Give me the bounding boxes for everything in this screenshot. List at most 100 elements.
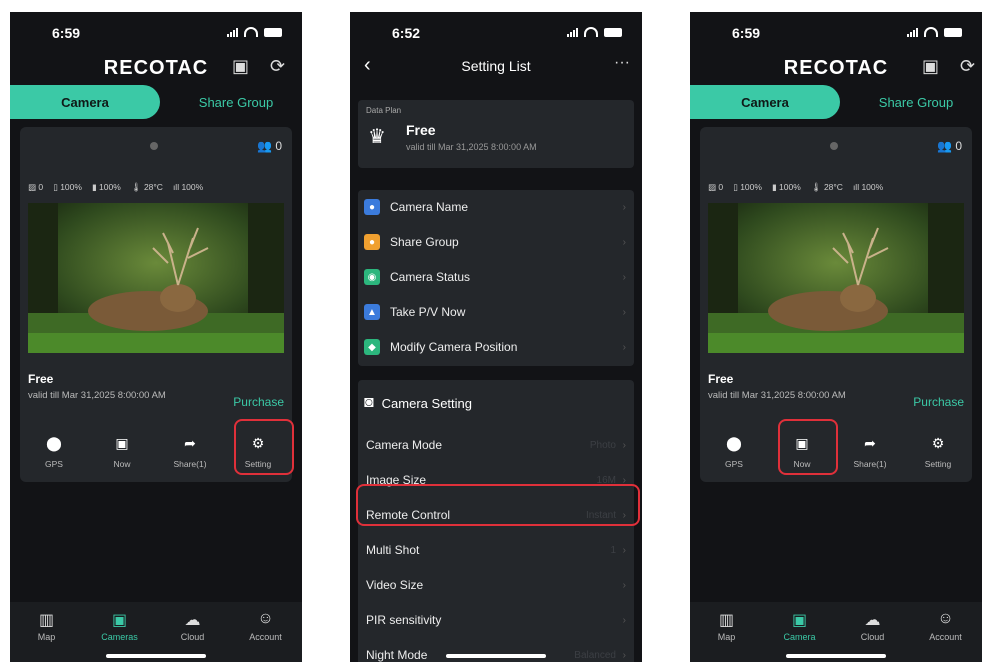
signal-strength-icon: ıll bbox=[172, 182, 180, 192]
shared-users[interactable]: 👥 0 bbox=[937, 139, 962, 153]
temperature-status: 🌡 28°C bbox=[810, 182, 843, 192]
wifi-icon bbox=[924, 27, 938, 37]
group-icon: ● bbox=[364, 234, 380, 250]
refresh-icon[interactable]: ⟳ bbox=[270, 56, 285, 77]
photo-icon: ▣ bbox=[115, 435, 129, 451]
shared-users[interactable]: 👥 0 bbox=[257, 139, 282, 153]
share-button[interactable]: ➦ Share(1) bbox=[836, 427, 904, 477]
battery-icon bbox=[944, 27, 962, 37]
signal-icon bbox=[567, 27, 578, 37]
status-bar: 6:59 bbox=[10, 12, 302, 52]
camera-device-icon[interactable]: ▣ bbox=[922, 56, 939, 77]
setting-camera-name[interactable]: ● Camera Name › bbox=[358, 190, 634, 224]
setting-video-size[interactable]: Video Size › bbox=[358, 568, 634, 602]
thermometer-icon: 🌡 bbox=[130, 182, 142, 192]
phone-screen-setting-list: 6:52 ‹ Setting List ··· Data Plan ♛ Free… bbox=[350, 12, 642, 662]
nav-account[interactable]: ☺ Account bbox=[229, 602, 302, 662]
setting-modify-position[interactable]: ◆ Modify Camera Position › bbox=[358, 330, 634, 364]
nav-cameras[interactable]: ▣ Cameras bbox=[83, 602, 156, 662]
plan-valid-date: valid till Mar 31,2025 8:00:00 AM bbox=[406, 142, 537, 152]
map-icon: ▥ bbox=[718, 612, 735, 629]
camera-setting-header: ◙ Camera Setting bbox=[364, 394, 472, 411]
nav-cloud[interactable]: ☁ Cloud bbox=[156, 602, 229, 662]
purchase-link[interactable]: Purchase bbox=[913, 395, 964, 409]
tab-camera[interactable]: Camera bbox=[10, 85, 160, 119]
sd-card-icon: ▯ bbox=[53, 182, 58, 192]
purchase-link[interactable]: Purchase bbox=[233, 395, 284, 409]
sd-card-status: ▯ 100% bbox=[53, 182, 82, 192]
plan-name: Free bbox=[28, 372, 54, 386]
nav-camera[interactable]: ▣ Camera bbox=[763, 602, 836, 662]
nav-map[interactable]: ▥ Map bbox=[690, 602, 763, 662]
cloud-icon: ☁ bbox=[184, 612, 201, 629]
deer-photo-illustration bbox=[28, 203, 284, 353]
photo-count: ▨ 0 bbox=[28, 182, 44, 192]
camera-photo-deer[interactable] bbox=[708, 203, 964, 353]
nav-account[interactable]: ☺ Account bbox=[909, 602, 982, 662]
battery-status: ▮ 100% bbox=[771, 182, 801, 192]
plan-name: Free bbox=[406, 122, 436, 138]
shared-users-count: 0 bbox=[275, 139, 282, 153]
image-plus-icon: ▲ bbox=[364, 304, 380, 320]
chevron-right-icon: › bbox=[622, 579, 626, 591]
now-button[interactable]: ▣ Now bbox=[88, 427, 156, 477]
share-arrow-icon: ➦ bbox=[864, 435, 876, 451]
share-button[interactable]: ➦ Share(1) bbox=[156, 427, 224, 477]
plan-valid-date: valid till Mar 31,2025 8:00:00 AM bbox=[708, 390, 846, 401]
setting-camera-status[interactable]: ◉ Camera Status › bbox=[358, 260, 634, 294]
nav-cloud[interactable]: ☁ Cloud bbox=[836, 602, 909, 662]
tab-share-group[interactable]: Share Group bbox=[850, 85, 982, 119]
tab-camera[interactable]: Camera bbox=[690, 85, 840, 119]
temperature-status: 🌡 28°C bbox=[130, 182, 163, 192]
deer-photo-illustration bbox=[708, 203, 964, 353]
share-arrow-icon: ➦ bbox=[184, 435, 196, 451]
location-pin-icon: ⬤ bbox=[46, 435, 62, 451]
thermometer-icon: 🌡 bbox=[810, 182, 822, 192]
wifi-icon bbox=[244, 27, 258, 37]
setting-take-pv-now[interactable]: ▲ Take P/V Now › bbox=[358, 295, 634, 329]
status-time: 6:59 bbox=[732, 25, 761, 41]
setting-night-mode[interactable]: Night Mode Balanced › bbox=[358, 638, 634, 662]
phone-screen-camera-now: 6:59 RECOTAC ▣ ⟳ Camera Share Group 👥 0 … bbox=[690, 12, 982, 662]
settings-group-general: ● Camera Name › ● Share Group › ◉ Camera Stat… bbox=[358, 190, 634, 366]
plan-valid-date: valid till Mar 31,2025 8:00:00 AM bbox=[28, 390, 166, 401]
users-icon: 👥 bbox=[937, 139, 952, 153]
refresh-icon[interactable]: ⟳ bbox=[960, 56, 975, 77]
camera-battery-icon: ▮ bbox=[91, 182, 97, 192]
nav-map[interactable]: ▥ Map bbox=[10, 602, 83, 662]
account-icon: ☺ bbox=[257, 610, 274, 627]
setting-multi-shot[interactable]: Multi Shot 1 › bbox=[358, 533, 634, 567]
camera-card: 👥 0 ▨ 0 ▯ 100% ▮ 100% 🌡 28°C ıll 100% Fr… bbox=[700, 127, 972, 482]
location-icon: ◆ bbox=[364, 339, 380, 355]
gps-button[interactable]: ⬤ GPS bbox=[700, 427, 768, 477]
sd-card-icon: ▯ bbox=[733, 182, 738, 192]
cloud-icon: ☁ bbox=[864, 612, 881, 629]
setting-pir-sensitivity[interactable]: PIR sensitivity › bbox=[358, 603, 634, 637]
status-time: 6:52 bbox=[392, 25, 421, 41]
signal-status: ıll 100% bbox=[852, 182, 884, 192]
setting-share-group[interactable]: ● Share Group › bbox=[358, 225, 634, 259]
data-plan-card[interactable]: Data Plan ♛ Free valid till Mar 31,2025 … bbox=[358, 100, 634, 168]
setting-camera-mode[interactable]: Camera Mode Photo › bbox=[358, 428, 634, 462]
camera-card-header: 👥 0 bbox=[20, 127, 292, 167]
gps-button[interactable]: ⬤ GPS bbox=[20, 427, 88, 477]
signal-icon bbox=[907, 27, 918, 37]
tab-share-group[interactable]: Share Group bbox=[170, 85, 302, 119]
image-icon: ▨ bbox=[28, 182, 37, 192]
person-icon: ● bbox=[364, 199, 380, 215]
setting-button[interactable]: ⚙ Setting bbox=[904, 427, 972, 477]
status-icons bbox=[567, 27, 622, 37]
signal-status: ıll 100% bbox=[172, 182, 204, 192]
main-tabs: Camera Share Group bbox=[10, 85, 302, 119]
more-icon[interactable]: ··· bbox=[614, 54, 630, 72]
home-indicator bbox=[786, 654, 886, 658]
camera-info-row: ▨ 0 ▯ 100% ▮ 100% 🌡 28°C ıll 100% bbox=[708, 182, 970, 193]
plan-name: Free bbox=[708, 372, 734, 386]
camera-photo-deer[interactable] bbox=[28, 203, 284, 353]
chevron-right-icon: › bbox=[622, 614, 626, 626]
chevron-right-icon: › bbox=[622, 271, 626, 283]
camera-battery-icon: ▮ bbox=[771, 182, 777, 192]
camera-device-icon[interactable]: ▣ bbox=[232, 56, 249, 77]
chevron-right-icon: › bbox=[622, 649, 626, 661]
location-pin-icon: ⬤ bbox=[726, 435, 742, 451]
